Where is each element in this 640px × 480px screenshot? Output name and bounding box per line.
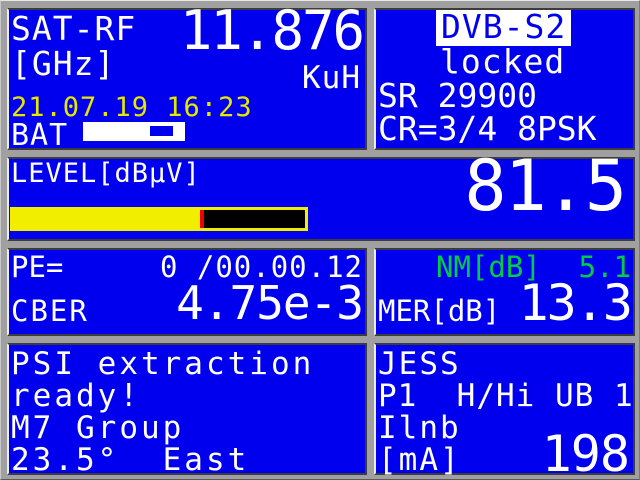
lnb-current-unit: [mA] xyxy=(378,444,461,477)
level-bar-peak-marker xyxy=(200,210,204,228)
lnb-current-value: 198 xyxy=(542,428,629,480)
level-value: 81.5 xyxy=(464,150,625,224)
level-bar-fill xyxy=(13,210,200,228)
sat-rf-unit-label: [GHz] xyxy=(11,47,115,82)
pe-label: PE= xyxy=(11,252,63,282)
band-label: KuH xyxy=(302,62,361,95)
mer-label: MER[dB] xyxy=(378,296,500,326)
psi-status-line: PSI extraction xyxy=(11,349,314,380)
frequency-value: 11.876 xyxy=(180,3,363,60)
cber-value: 4.75e-3 xyxy=(176,279,363,327)
level-label: LEVEL[dBµV] xyxy=(11,160,201,188)
mer-value: 13.3 xyxy=(519,277,631,330)
sat-rf-label: SAT-RF xyxy=(11,12,136,47)
orbital-position: 23.5° East xyxy=(11,445,249,476)
code-rate-modulation: CR=3/4 8PSK xyxy=(378,112,597,147)
standard-badge: DVB-S2 xyxy=(436,10,571,46)
psi-ready-line: ready! xyxy=(11,381,141,412)
panel-demodulator: DVB-S2 locked SR 29900 CR=3/4 8PSK xyxy=(374,8,635,150)
provider-name: M7 Group xyxy=(11,413,184,444)
lnb-current-label: Ilnb xyxy=(378,412,461,445)
lock-status: locked xyxy=(440,45,565,80)
panel-signal-quality: NM[dB] 5.1 MER[dB] 13.3 xyxy=(374,248,635,336)
level-bar xyxy=(10,207,308,231)
panel-error-rate: PE= 0 /00.00.12 CBER 4.75e-3 xyxy=(7,248,367,336)
battery-label: BAT xyxy=(11,120,68,152)
panel-sat-rf: SAT-RF [GHz] 11.876 KuH 21.07.19 16:23 B… xyxy=(7,8,367,150)
cber-label: CBER xyxy=(11,296,89,326)
lnb-system-label: JESS xyxy=(378,348,461,381)
panel-level: LEVEL[dBµV] 81.5 xyxy=(7,157,635,241)
panel-psi-info: PSI extraction ready! M7 Group 23.5° Eas… xyxy=(7,343,367,475)
battery-charge-marker xyxy=(150,126,173,136)
battery-gauge-icon xyxy=(83,122,185,141)
panel-lnb: JESS P1 H/Hi UB 1 Ilnb [mA] 198 xyxy=(374,343,635,475)
lnb-port-line: P1 H/Hi UB 1 xyxy=(378,380,634,413)
sat-meter-screen: SAT-RF [GHz] 11.876 KuH 21.07.19 16:23 B… xyxy=(0,0,640,480)
